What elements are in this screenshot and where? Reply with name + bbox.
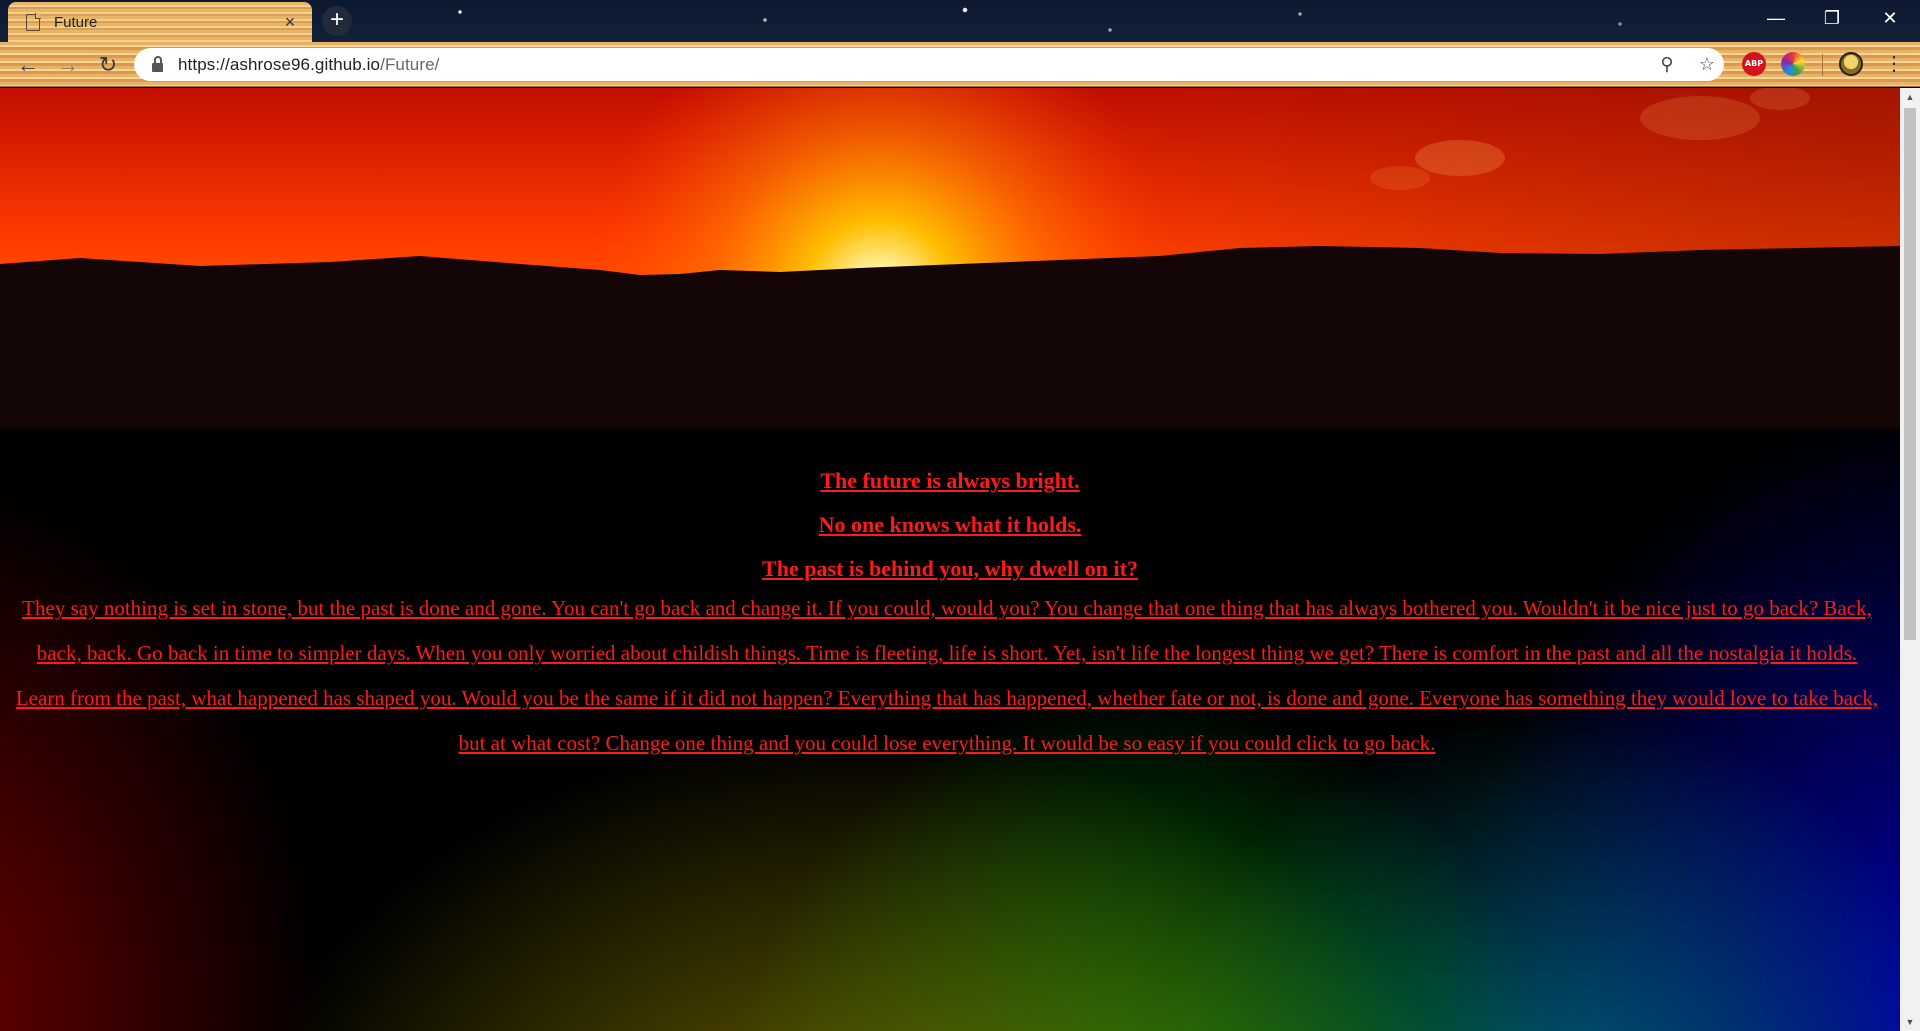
scroll-up-arrow-icon[interactable]: ▲ — [1900, 88, 1920, 106]
page-icon — [26, 13, 41, 31]
adblock-extension-icon[interactable]: ABP — [1742, 52, 1766, 76]
address-bar[interactable]: https://ashrose96.github.io/Future/ ⚲ ☆ — [134, 48, 1724, 81]
back-button[interactable]: ← — [12, 49, 44, 81]
heading-future-bright: The future is always bright. — [0, 468, 1900, 494]
title-bar: Future × + — ❐ ✕ — [0, 0, 1920, 42]
story-paragraph: They say nothing is set in stone, but th… — [12, 586, 1882, 766]
scroll-thumb[interactable] — [1904, 108, 1916, 640]
restore-button[interactable]: ❐ — [1804, 0, 1860, 38]
profile-avatar[interactable] — [1839, 52, 1863, 76]
vertical-scrollbar[interactable]: ▲ ▼ — [1900, 88, 1920, 1031]
zoom-icon[interactable]: ⚲ — [1654, 48, 1680, 81]
forward-button[interactable]: → — [52, 49, 84, 81]
link-no-one-knows[interactable]: No one knows what it holds. — [819, 512, 1082, 537]
minimize-button[interactable]: — — [1748, 0, 1804, 38]
scroll-down-arrow-icon[interactable]: ▼ — [1900, 1013, 1920, 1031]
close-tab-icon[interactable]: × — [280, 12, 300, 33]
link-future-bright[interactable]: The future is always bright. — [820, 468, 1079, 493]
close-window-button[interactable]: ✕ — [1862, 0, 1918, 38]
url-path: /Future/ — [380, 54, 440, 74]
page-viewport: The future is always bright. No one know… — [0, 88, 1900, 1031]
bookmark-star-icon[interactable]: ☆ — [1694, 48, 1720, 81]
lock-icon — [152, 55, 163, 72]
sunset-banner-image — [0, 88, 1900, 428]
browser-menu-icon[interactable]: ⋮ — [1884, 50, 1904, 80]
link-go-back-paragraph[interactable]: They say nothing is set in stone, but th… — [16, 596, 1878, 755]
reload-button[interactable]: ↻ — [92, 49, 124, 81]
link-past-behind[interactable]: The past is behind you, why dwell on it? — [762, 556, 1138, 581]
tab-title: Future — [54, 13, 98, 31]
browser-tab[interactable]: Future × — [8, 2, 312, 42]
new-tab-button[interactable]: + — [322, 6, 352, 36]
toolbar-divider — [1822, 54, 1823, 76]
url-host: https://ashrose96.github.io — [178, 54, 381, 74]
heading-no-one-knows: No one knows what it holds. — [0, 512, 1900, 538]
banner-edge — [0, 426, 1900, 432]
browser-toolbar: ← → ↻ https://ashrose96.github.io/Future… — [0, 42, 1920, 87]
url-text[interactable]: https://ashrose96.github.io/Future/ — [178, 55, 440, 75]
heading-past-behind: The past is behind you, why dwell on it? — [0, 556, 1900, 582]
color-extension-icon[interactable] — [1781, 52, 1805, 76]
